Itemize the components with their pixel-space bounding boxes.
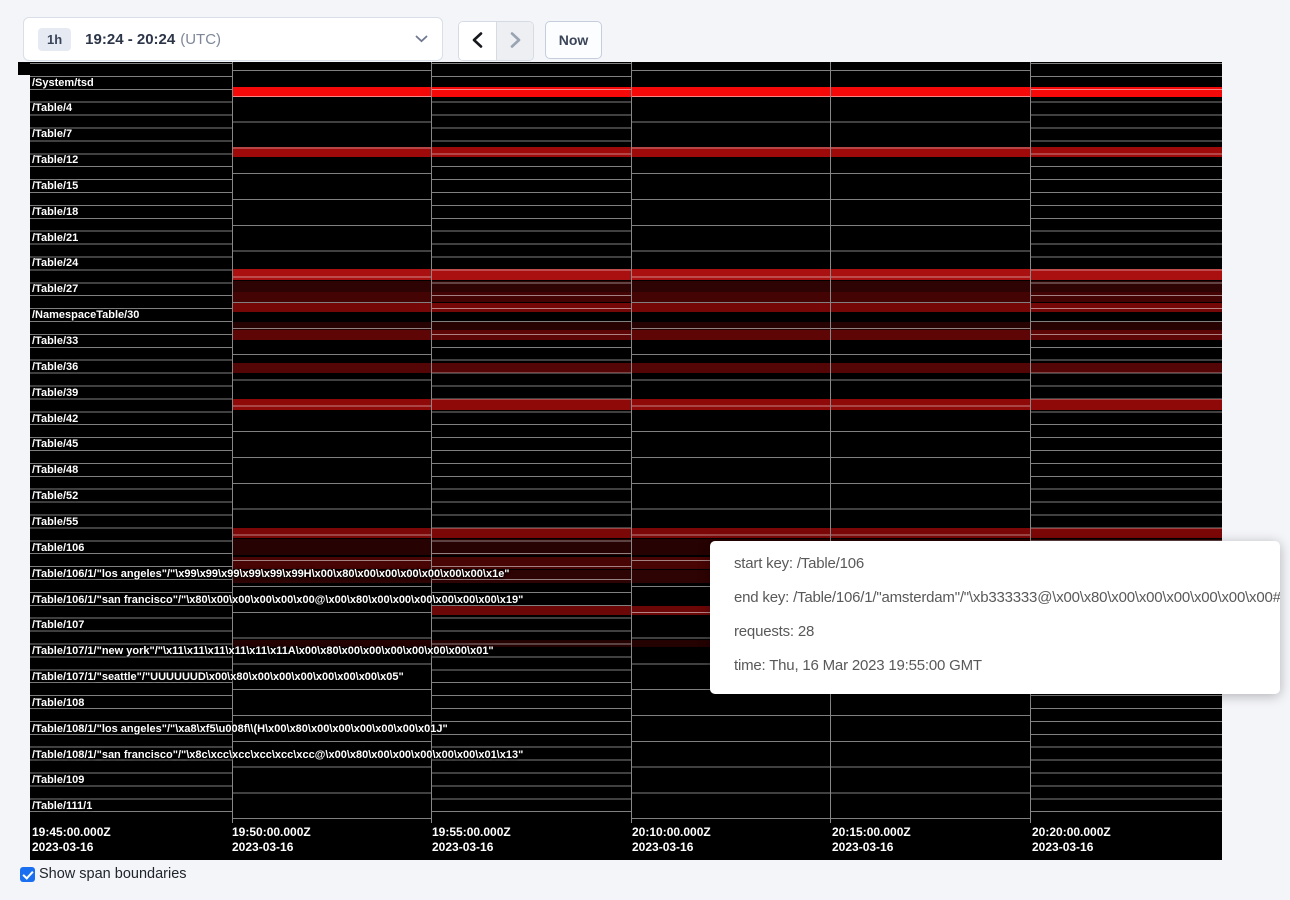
time-nav-group [458, 21, 534, 61]
span-boundary-lines [232, 70, 431, 821]
time-gridline [431, 62, 432, 823]
tick-time: 20:20:00.000Z [1032, 825, 1111, 840]
tick-time: 19:50:00.000Z [232, 825, 311, 840]
tick-time: 19:45:00.000Z [32, 825, 111, 840]
tick-date: 2023-03-16 [232, 840, 311, 855]
row-label: /Table/39 [32, 387, 78, 399]
prev-interval-button[interactable] [459, 22, 496, 60]
x-axis-tick: 19:45:00.000Z2023-03-16 [32, 825, 111, 855]
tick-time: 20:15:00.000Z [832, 825, 911, 840]
span-boundary-lines [431, 63, 631, 821]
row-label: /Table/36 [32, 361, 78, 373]
row-label: /System/tsd [32, 77, 94, 89]
chevron-right-icon [510, 32, 521, 51]
x-axis-tick: 20:15:00.000Z2023-03-16 [832, 825, 911, 855]
span-boundary-lines [1030, 63, 1222, 821]
row-label: /Table/55 [32, 516, 78, 528]
tooltip-line: start key: /Table/106 [734, 554, 1270, 574]
row-label: /Table/52 [32, 490, 78, 502]
row-label: /Table/107 [32, 619, 84, 631]
row-label: /Table/4 [32, 102, 72, 114]
row-label: /Table/108 [32, 697, 84, 709]
tick-date: 2023-03-16 [632, 840, 711, 855]
tick-date: 2023-03-16 [32, 840, 111, 855]
row-label: /Table/7 [32, 128, 72, 140]
next-interval-button[interactable] [496, 22, 533, 60]
tooltip-line: end key: /Table/106/1/"amsterdam"/"\xb33… [734, 588, 1270, 608]
row-label: /Table/15 [32, 180, 78, 192]
span-boundary-lines [631, 70, 830, 821]
row-label: /Table/45 [32, 438, 78, 450]
x-axis-tick: 20:20:00.000Z2023-03-16 [1032, 825, 1111, 855]
row-label: /Table/33 [32, 335, 78, 347]
time-gridline [1030, 62, 1031, 823]
row-label: /Table/111/1 [32, 800, 92, 812]
span-tooltip: start key: /Table/106 end key: /Table/106… [710, 541, 1280, 694]
row-label: /Table/12 [32, 154, 78, 166]
row-label: /Table/106/1/"san francisco"/"\x80\x00\x… [32, 594, 523, 606]
tooltip-line: time: Thu, 16 Mar 2023 19:55:00 GMT [734, 656, 1270, 676]
row-label: /Table/108/1/"los angeles"/"\xa8\xf5\u00… [32, 723, 448, 735]
time-gridline [631, 62, 632, 823]
row-label: /Table/107/1/"new york"/"\x11\x11\x11\x1… [32, 645, 494, 657]
now-button[interactable]: Now [545, 21, 602, 59]
row-label: /Table/48 [32, 464, 78, 476]
time-range-select[interactable]: 1h 19:24 - 20:24 (UTC) [23, 17, 443, 61]
timezone-text: (UTC) [180, 31, 221, 48]
tooltip-line: requests: 28 [734, 622, 1270, 642]
tick-time: 20:10:00.000Z [632, 825, 711, 840]
row-label: /Table/108/1/"san francisco"/"\x8c\xcc\x… [32, 749, 523, 761]
tick-date: 2023-03-16 [1032, 840, 1111, 855]
duration-badge: 1h [38, 28, 71, 51]
row-label: /NamespaceTable/30 [32, 309, 139, 321]
chevron-left-icon [472, 32, 483, 51]
tick-time: 19:55:00.000Z [432, 825, 511, 840]
row-label: /Table/18 [32, 206, 78, 218]
row-label: /Table/106/1/"los angeles"/"\x99\x99\x99… [32, 568, 510, 580]
row-label: /Table/27 [32, 283, 78, 295]
x-axis-tick: 19:50:00.000Z2023-03-16 [232, 825, 311, 855]
row-label: /Table/21 [32, 232, 78, 244]
row-label: /Table/107/1/"seattle"/"UUUUUUD\x00\x80\… [32, 671, 404, 683]
tick-date: 2023-03-16 [832, 840, 911, 855]
row-label: /Table/109 [32, 774, 84, 786]
time-gridline [830, 62, 831, 823]
chevron-down-icon [415, 35, 428, 43]
show-span-boundaries-checkbox[interactable] [20, 867, 35, 882]
x-axis-tick: 19:55:00.000Z2023-03-16 [432, 825, 511, 855]
x-axis-tick: 20:10:00.000Z2023-03-16 [632, 825, 711, 855]
time-range-text: 19:24 - 20:24 [85, 31, 175, 48]
row-label: /Table/24 [32, 257, 78, 269]
span-boundary-lines [830, 70, 1030, 821]
tick-date: 2023-03-16 [432, 840, 511, 855]
key-visualizer-canvas[interactable]: /System/tsd/Table/4/Table/7/Table/12/Tab… [30, 62, 1222, 860]
footer-controls: Show span boundaries [20, 866, 187, 882]
show-span-boundaries-label: Show span boundaries [39, 866, 187, 882]
row-label: /Table/42 [32, 413, 78, 425]
chart-corner-notch [18, 62, 30, 75]
row-label: /Table/106 [32, 542, 84, 554]
time-gridline [232, 62, 233, 823]
